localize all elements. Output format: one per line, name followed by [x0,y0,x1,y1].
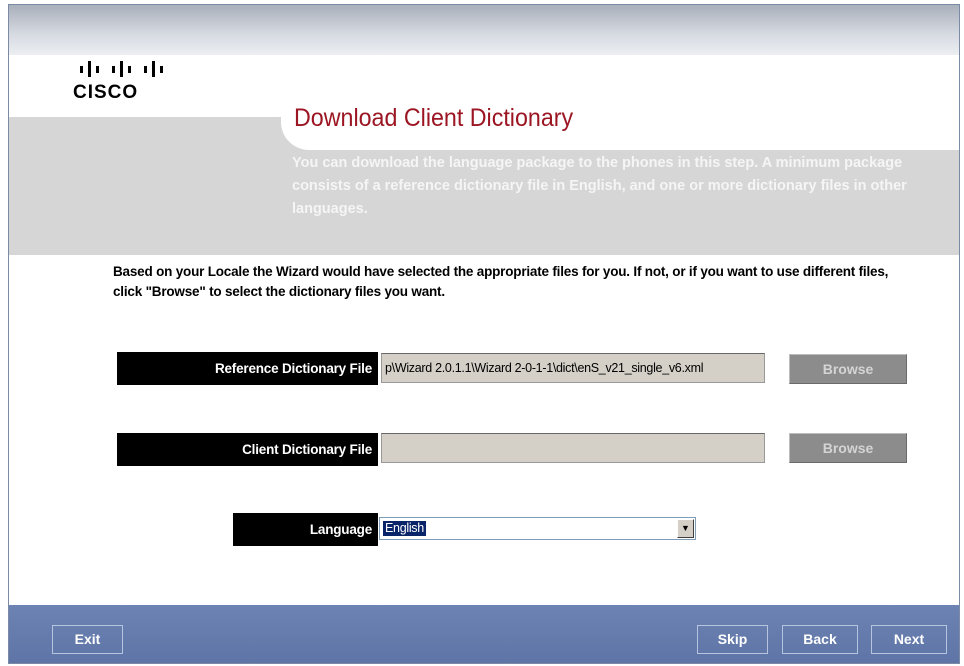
reference-dictionary-field[interactable]: p\Wizard 2.0.1.1\Wizard 2-0-1-1\dict\enS… [381,353,765,383]
chevron-down-icon[interactable]: ▼ [677,519,694,538]
skip-button[interactable]: Skip [697,625,768,654]
page-title: Download Client Dictionary [294,104,574,132]
language-selected-value: English [383,521,426,536]
title-strip [281,55,959,150]
instructions-text: Based on your Locale the Wizard would ha… [113,264,889,299]
language-select[interactable]: English ▼ [379,517,696,540]
language-label: Language [233,513,378,546]
cisco-logo-text: CISCO [73,82,139,103]
cisco-logo-icon [80,61,163,77]
client-dictionary-label: Client Dictionary File [117,433,378,466]
page-description: You can download the language package to… [292,155,907,217]
reference-dictionary-label: Reference Dictionary File [117,352,378,385]
wizard-window [8,4,960,664]
exit-button[interactable]: Exit [52,625,123,654]
title-bar [9,5,959,55]
client-browse-button[interactable]: Browse [789,433,907,463]
back-button[interactable]: Back [782,625,858,654]
client-dictionary-field[interactable] [381,433,765,463]
reference-browse-button[interactable]: Browse [789,354,907,384]
next-button[interactable]: Next [871,625,947,654]
